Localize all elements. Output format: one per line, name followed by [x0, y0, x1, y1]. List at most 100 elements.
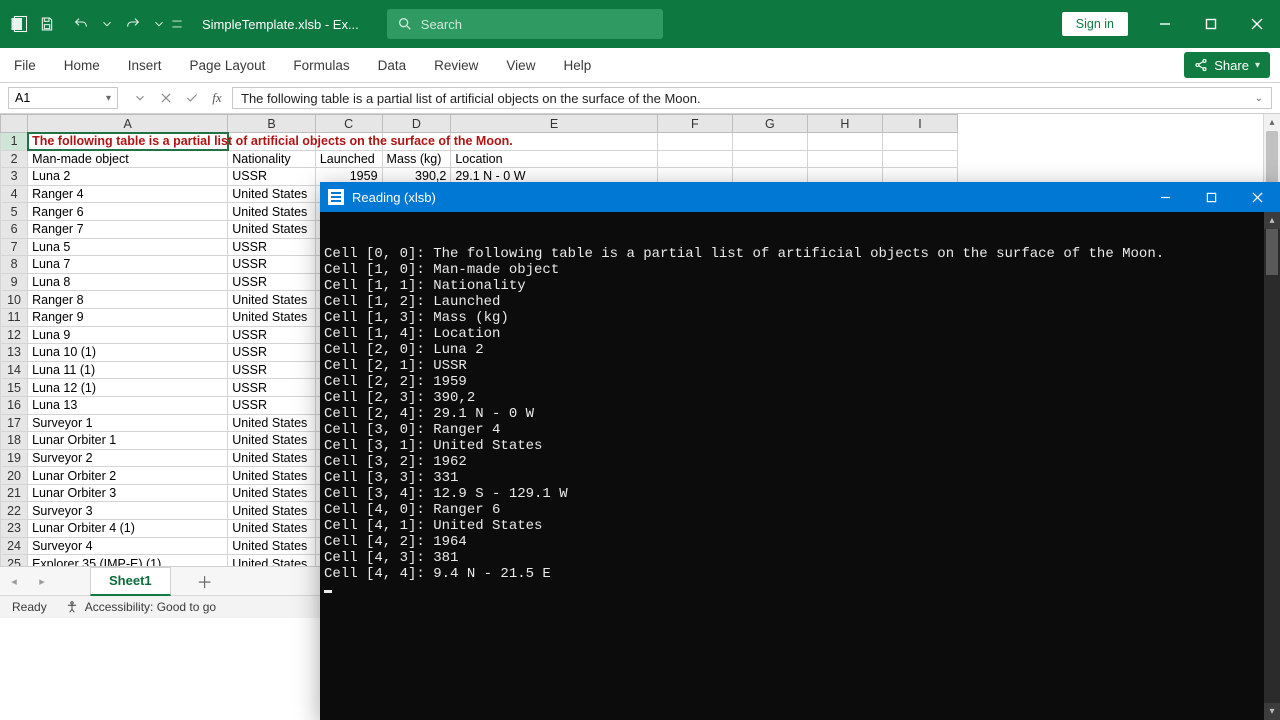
ribbon-tab-review[interactable]: Review [420, 48, 492, 82]
cell[interactable]: USSR [228, 379, 316, 397]
cell[interactable]: Launched [315, 150, 382, 168]
cell[interactable]: United States [228, 308, 316, 326]
cell[interactable]: Location [451, 150, 657, 168]
row-header[interactable]: 15 [1, 379, 28, 397]
row-header[interactable]: 23 [1, 520, 28, 538]
ribbon-tab-help[interactable]: Help [549, 48, 605, 82]
cell[interactable]: United States [228, 502, 316, 520]
row-header[interactable]: 12 [1, 326, 28, 344]
cell[interactable]: Lunar Orbiter 2 [28, 467, 228, 485]
terminal-scrollbar[interactable]: ▴ ▾ [1264, 212, 1280, 720]
save-button[interactable] [32, 10, 62, 38]
column-header-G[interactable]: G [732, 115, 807, 133]
cell[interactable]: Ranger 6 [28, 203, 228, 221]
fx-icon[interactable]: fx [206, 86, 228, 110]
column-header-I[interactable]: I [882, 115, 957, 133]
ribbon-tab-page-layout[interactable]: Page Layout [176, 48, 280, 82]
row-header[interactable]: 9 [1, 273, 28, 291]
cell[interactable]: Ranger 8 [28, 291, 228, 309]
cell[interactable]: Surveyor 3 [28, 502, 228, 520]
row-header[interactable]: 13 [1, 344, 28, 362]
column-header-B[interactable]: B [228, 115, 316, 133]
undo-button[interactable] [66, 10, 96, 38]
cell[interactable]: United States [228, 185, 316, 203]
column-header-H[interactable]: H [807, 115, 882, 133]
row-header[interactable]: 21 [1, 484, 28, 502]
cell[interactable]: United States [228, 537, 316, 555]
column-header-F[interactable]: F [657, 115, 732, 133]
row-header[interactable]: 22 [1, 502, 28, 520]
cell[interactable]: Mass (kg) [382, 150, 451, 168]
cell[interactable]: USSR [228, 344, 316, 362]
cell[interactable]: USSR [228, 168, 316, 186]
window-close[interactable] [1234, 0, 1280, 48]
ribbon-tab-insert[interactable]: Insert [114, 48, 176, 82]
cell[interactable]: Luna 8 [28, 273, 228, 291]
cell[interactable]: United States [228, 484, 316, 502]
cell[interactable]: Lunar Orbiter 1 [28, 432, 228, 450]
cell[interactable]: United States [228, 467, 316, 485]
scroll-thumb[interactable] [1266, 131, 1278, 185]
window-maximize[interactable] [1188, 0, 1234, 48]
cell[interactable]: United States [228, 414, 316, 432]
cell[interactable] [882, 150, 957, 168]
row-header[interactable]: 10 [1, 291, 28, 309]
cell[interactable] [807, 150, 882, 168]
search-box[interactable]: Search [387, 9, 663, 39]
accessibility-status[interactable]: Accessibility: Good to go [65, 600, 216, 614]
terminal-output[interactable]: Cell [0, 0]: The following table is a pa… [320, 212, 1280, 720]
cell[interactable]: Ranger 9 [28, 308, 228, 326]
column-header-E[interactable]: E [451, 115, 657, 133]
cell[interactable]: Luna 9 [28, 326, 228, 344]
column-header-C[interactable]: C [315, 115, 382, 133]
cell[interactable]: Surveyor 1 [28, 414, 228, 432]
cell[interactable]: United States [228, 291, 316, 309]
cell[interactable]: United States [228, 555, 316, 566]
name-box[interactable]: A1 ▾ [8, 87, 118, 109]
formula-input[interactable]: The following table is a partial list of… [232, 87, 1272, 109]
cell[interactable]: USSR [228, 361, 316, 379]
terminal-scroll-down[interactable]: ▾ [1264, 703, 1280, 720]
enter-formula-button[interactable] [180, 86, 204, 110]
ribbon-tab-file[interactable]: File [0, 48, 50, 82]
cell[interactable]: USSR [228, 396, 316, 414]
row-header[interactable]: 6 [1, 220, 28, 238]
qat-customize[interactable] [170, 10, 184, 38]
window-minimize[interactable] [1142, 0, 1188, 48]
row-header[interactable]: 1 [1, 133, 28, 151]
cell[interactable]: Man-made object [28, 150, 228, 168]
terminal-maximize[interactable] [1188, 182, 1234, 212]
redo-dropdown[interactable] [152, 10, 166, 38]
terminal-scroll-thumb[interactable] [1266, 229, 1278, 275]
cell[interactable] [882, 133, 957, 151]
cell[interactable]: United States [228, 449, 316, 467]
row-header[interactable]: 24 [1, 537, 28, 555]
column-header-D[interactable]: D [382, 115, 451, 133]
sheet-nav-prev[interactable]: ◂ [0, 567, 28, 595]
formula-more-button[interactable] [128, 86, 152, 110]
row-header[interactable]: 11 [1, 308, 28, 326]
row-header[interactable]: 19 [1, 449, 28, 467]
cell[interactable]: Luna 12 (1) [28, 379, 228, 397]
share-button[interactable]: Share ▾ [1184, 52, 1270, 78]
cell[interactable]: Lunar Orbiter 3 [28, 484, 228, 502]
cell[interactable] [732, 150, 807, 168]
cell[interactable]: Luna 2 [28, 168, 228, 186]
ribbon-tab-view[interactable]: View [492, 48, 549, 82]
cell[interactable]: Luna 10 (1) [28, 344, 228, 362]
cancel-formula-button[interactable] [154, 86, 178, 110]
cell[interactable]: The following table is a partial list of… [28, 133, 228, 151]
row-header[interactable]: 3 [1, 168, 28, 186]
cell[interactable]: Ranger 4 [28, 185, 228, 203]
cell[interactable]: Surveyor 4 [28, 537, 228, 555]
chevron-down-icon[interactable]: ▾ [106, 93, 111, 104]
terminal-close[interactable] [1234, 182, 1280, 212]
select-all-corner[interactable] [1, 115, 28, 133]
cell[interactable]: USSR [228, 326, 316, 344]
row-header[interactable]: 4 [1, 185, 28, 203]
cell[interactable]: USSR [228, 256, 316, 274]
cell[interactable]: Luna 11 (1) [28, 361, 228, 379]
sheet-tab-active[interactable]: Sheet1 [90, 567, 171, 596]
add-sheet-button[interactable]: ＋ [189, 569, 221, 593]
expand-formula-bar[interactable]: ⌄ [1255, 93, 1263, 104]
